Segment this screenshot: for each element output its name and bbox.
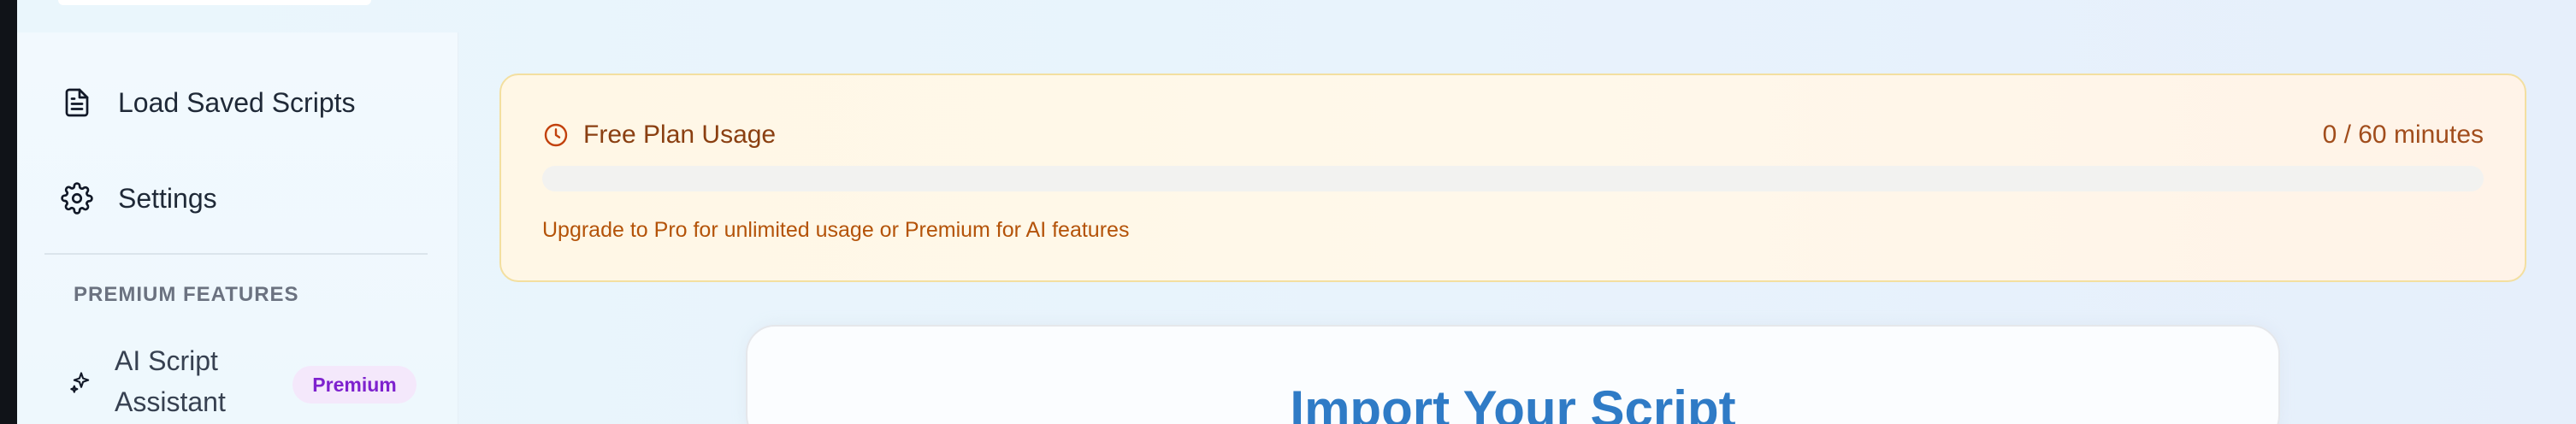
import-script-card: Import Your Script [746, 325, 2280, 424]
import-title: Import Your Script [1290, 380, 1736, 424]
sidebar-item-label: AI Script Assistant [115, 345, 226, 417]
upgrade-message: Upgrade to Pro for unlimited usage or Pr… [542, 218, 1130, 242]
premium-badge: Premium [292, 366, 417, 403]
sidebar-item-ai-script-assistant[interactable]: AI Script Assistant Premium [68, 340, 428, 424]
sidebar-item-settings[interactable]: Settings [60, 173, 419, 224]
sidebar-item-label: Settings [118, 183, 217, 214]
free-plan-usage-card: Free Plan Usage 0 / 60 minutes Upgrade t… [499, 74, 2526, 282]
usage-progress-bar [542, 166, 2484, 191]
clock-icon [542, 121, 570, 149]
sidebar-divider [44, 253, 428, 255]
document-icon [60, 85, 94, 120]
sidebar-item-label: Load Saved Scripts [118, 87, 356, 118]
usage-minutes: 0 / 60 minutes [2322, 121, 2484, 149]
top-strip [58, 0, 371, 5]
sparkle-icon [68, 369, 94, 395]
sidebar: Load Saved Scripts Settings PREMIUM FEAT… [17, 32, 458, 424]
sidebar-item-load-saved-scripts[interactable]: Load Saved Scripts [60, 77, 419, 128]
usage-title: Free Plan Usage [583, 121, 777, 149]
usage-header: Free Plan Usage 0 / 60 minutes [542, 118, 2484, 152]
gear-icon [60, 181, 94, 215]
section-label-premium-features: PREMIUM FEATURES [74, 283, 299, 306]
app-window: Load Saved Scripts Settings PREMIUM FEAT… [17, 0, 2576, 424]
